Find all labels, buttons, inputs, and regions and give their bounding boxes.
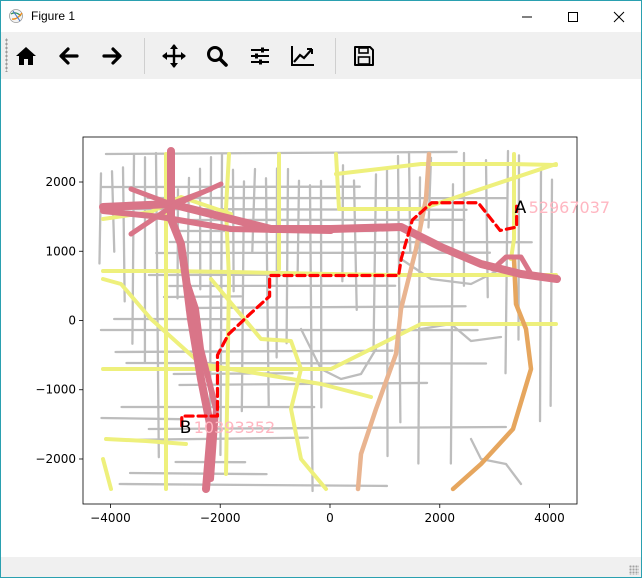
configure-subplots-button[interactable] bbox=[242, 38, 278, 74]
resize-grip[interactable] bbox=[629, 565, 639, 575]
plot-figure: −4000 −2000 0 2000 4000 2000 1000 0 −1000 −2000 A… bbox=[35, 136, 610, 525]
minor-road bbox=[114, 349, 394, 354]
minor-road bbox=[341, 164, 345, 283]
marker-id-b: 10393352 bbox=[194, 418, 275, 437]
minor-road bbox=[172, 372, 294, 376]
minor-road bbox=[100, 416, 183, 421]
zoom-button[interactable] bbox=[199, 38, 235, 74]
save-icon bbox=[354, 46, 374, 66]
minimize-button[interactable] bbox=[504, 1, 550, 32]
x-tick-label: −4000 bbox=[90, 511, 131, 525]
minor-road bbox=[128, 471, 268, 476]
forward-button[interactable] bbox=[94, 38, 130, 74]
close-icon bbox=[613, 11, 625, 22]
secondary-road bbox=[101, 457, 113, 491]
maximize-button[interactable] bbox=[550, 1, 596, 32]
pan-icon bbox=[162, 44, 186, 68]
back-arrow-icon bbox=[59, 47, 79, 65]
home-icon bbox=[16, 47, 36, 65]
minimize-icon bbox=[522, 16, 532, 17]
minor-road bbox=[104, 150, 458, 156]
edit-axis-icon bbox=[291, 46, 314, 66]
minor-road bbox=[504, 149, 510, 375]
app-icon bbox=[9, 9, 23, 23]
x-tick-label: 4000 bbox=[534, 511, 565, 525]
status-bar bbox=[1, 557, 641, 577]
minor-road bbox=[131, 152, 136, 345]
forward-arrow-icon bbox=[102, 47, 122, 65]
edit-axis-button[interactable] bbox=[285, 38, 321, 74]
x-tick-label: 2000 bbox=[425, 511, 456, 525]
figure-canvas[interactable]: −4000 −2000 0 2000 4000 2000 1000 0 −1000 −2000 A… bbox=[1, 79, 641, 557]
x-tick-label: 0 bbox=[326, 511, 334, 525]
y-tick-label: 0 bbox=[68, 314, 76, 328]
secondary-road bbox=[334, 162, 558, 176]
zoom-icon bbox=[207, 46, 228, 67]
minor-road bbox=[219, 153, 224, 457]
pan-button[interactable] bbox=[156, 38, 192, 74]
minor-road bbox=[385, 168, 389, 458]
home-button[interactable] bbox=[8, 38, 44, 74]
minor-road bbox=[285, 167, 290, 345]
back-button[interactable] bbox=[51, 38, 87, 74]
window-title: Figure 1 bbox=[31, 9, 76, 23]
toolbar bbox=[1, 32, 641, 79]
map-area bbox=[98, 147, 561, 493]
marker-label-b: B bbox=[180, 418, 192, 438]
title-bar: Figure 1 bbox=[1, 1, 641, 32]
figure-window: Figure 1 −4000 −2000 0 2000 4000 2000 10… bbox=[0, 0, 642, 578]
minor-road bbox=[251, 167, 257, 254]
secondary-road bbox=[509, 152, 516, 261]
close-button[interactable] bbox=[596, 1, 641, 32]
save-button[interactable] bbox=[346, 38, 382, 74]
y-tick-label: −2000 bbox=[35, 452, 76, 466]
configure-subplots-icon bbox=[251, 47, 269, 65]
maximize-icon bbox=[568, 11, 578, 22]
minor-road bbox=[352, 179, 358, 311]
marker-label-a: A bbox=[515, 198, 527, 218]
y-tick-label: 2000 bbox=[45, 175, 76, 189]
minor-road bbox=[419, 322, 503, 343]
toolbar-separator bbox=[144, 38, 145, 74]
toolbar-separator bbox=[335, 38, 336, 74]
y-tick-label: 1000 bbox=[45, 244, 76, 258]
x-tick-label: −2000 bbox=[200, 511, 241, 525]
minor-road bbox=[118, 482, 389, 488]
minor-road bbox=[372, 173, 378, 351]
y-tick-label: −1000 bbox=[35, 383, 76, 397]
marker-id-a: 52967037 bbox=[529, 198, 610, 217]
